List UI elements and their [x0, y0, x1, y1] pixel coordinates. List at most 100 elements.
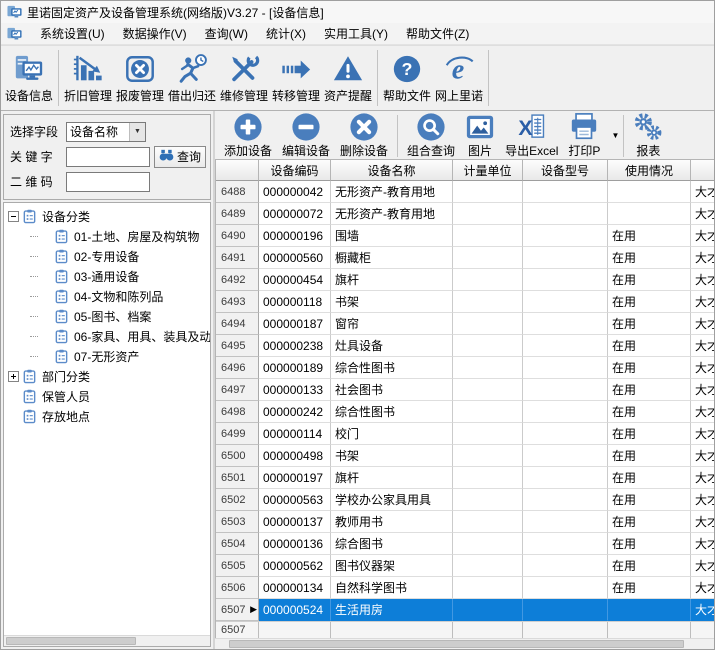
cell-model[interactable] [523, 181, 608, 203]
cell-model[interactable] [523, 401, 608, 423]
collapse-minus-icon[interactable] [8, 211, 19, 222]
tree-item-keepers[interactable]: 保管人员 [4, 386, 210, 406]
cell-unit[interactable] [453, 555, 523, 577]
cell-model[interactable] [523, 379, 608, 401]
menu-item-utilities[interactable]: 实用工具(Y) [315, 23, 397, 44]
repair-button[interactable]: 维修管理 [218, 48, 270, 108]
column-header-code[interactable]: 设备编码 [259, 160, 331, 181]
scrap-button[interactable]: 报废管理 [114, 48, 166, 108]
cell-name[interactable]: 教师用书 [331, 511, 453, 533]
menu-item-system-settings[interactable]: 系统设置(U) [31, 23, 114, 44]
cell-model[interactable] [523, 599, 608, 621]
row-number[interactable]: 6501 [216, 467, 259, 489]
cell-unit[interactable] [453, 379, 523, 401]
cell-name[interactable]: 学校办公家具用具 [331, 489, 453, 511]
column-header-rownum[interactable] [216, 160, 259, 181]
row-number[interactable]: 6506 [216, 577, 259, 599]
column-header-dept[interactable]: 使用 [691, 160, 714, 181]
row-number[interactable]: 6507▶ [216, 599, 259, 621]
cell-model[interactable] [523, 445, 608, 467]
export-excel-button[interactable]: X导出Excel [500, 113, 563, 159]
cell-unit[interactable] [453, 401, 523, 423]
cell-model[interactable] [523, 269, 608, 291]
menu-item-help-files[interactable]: 帮助文件(Z) [397, 23, 478, 44]
grid-horizontal-scrollbar[interactable] [215, 638, 714, 649]
cell-unit[interactable] [453, 445, 523, 467]
cell-code[interactable]: 000000072 [259, 203, 331, 225]
cell-unit[interactable] [453, 181, 523, 203]
row-number[interactable]: 6498 [216, 401, 259, 423]
row-number[interactable]: 6495 [216, 335, 259, 357]
cell-model[interactable] [523, 247, 608, 269]
cell-status[interactable] [608, 599, 691, 621]
table-row[interactable]: 6495000000238灶具设备在用大才 [216, 335, 714, 357]
row-number[interactable]: 6502 [216, 489, 259, 511]
cell-status[interactable] [608, 203, 691, 225]
row-number[interactable]: 6491 [216, 247, 259, 269]
cell-dept[interactable]: 大才 [691, 313, 714, 335]
column-header-name[interactable]: 设备名称 [331, 160, 453, 181]
cell-unit[interactable] [453, 269, 523, 291]
cell-dept[interactable]: 大才 [691, 599, 714, 621]
cell-status[interactable] [608, 181, 691, 203]
cell-name[interactable]: 综合性图书 [331, 401, 453, 423]
cell-name[interactable]: 旗杆 [331, 269, 453, 291]
row-number[interactable]: 6492 [216, 269, 259, 291]
cell-dept[interactable]: 大才 [691, 379, 714, 401]
cell-code[interactable]: 000000196 [259, 225, 331, 247]
tree-horizontal-scrollbar[interactable] [4, 635, 210, 646]
cell-status[interactable]: 在用 [608, 269, 691, 291]
cell-status[interactable]: 在用 [608, 401, 691, 423]
row-number[interactable]: 6497 [216, 379, 259, 401]
cell-status[interactable]: 在用 [608, 335, 691, 357]
cell-dept[interactable]: 大才 [691, 225, 714, 247]
row-number[interactable]: 6504 [216, 533, 259, 555]
cell-unit[interactable] [453, 357, 523, 379]
row-number[interactable]: 6488 [216, 181, 259, 203]
table-row[interactable]: 6488000000042无形资产-教育用地大才 [216, 181, 714, 203]
cell-dept[interactable]: 大才 [691, 181, 714, 203]
report-button[interactable]: 报表 [628, 113, 668, 159]
edit-device-button[interactable]: 编辑设备 [277, 113, 335, 159]
table-row[interactable]: 6501000000197旗杆在用大才 [216, 467, 714, 489]
cell-code[interactable]: 000000136 [259, 533, 331, 555]
cell-model[interactable] [523, 467, 608, 489]
cell-name[interactable]: 灶具设备 [331, 335, 453, 357]
cell-code[interactable]: 000000562 [259, 555, 331, 577]
cell-status[interactable]: 在用 [608, 511, 691, 533]
cell-code[interactable]: 000000238 [259, 335, 331, 357]
print-button[interactable]: 打印P [563, 113, 605, 159]
cell-name[interactable]: 校门 [331, 423, 453, 445]
cell-model[interactable] [523, 533, 608, 555]
cell-status[interactable]: 在用 [608, 577, 691, 599]
table-row[interactable]: 6503000000137教师用书在用大才 [216, 511, 714, 533]
cell-code[interactable]: 000000118 [259, 291, 331, 313]
cell-unit[interactable] [453, 423, 523, 445]
device-info-button[interactable]: 设备信息 [3, 48, 55, 108]
cell-unit[interactable] [453, 489, 523, 511]
cell-model[interactable] [523, 225, 608, 247]
cell-model[interactable] [523, 577, 608, 599]
table-row[interactable]: 6504000000136综合图书在用大才 [216, 533, 714, 555]
cell-code[interactable]: 000000197 [259, 467, 331, 489]
cell-unit[interactable] [453, 577, 523, 599]
cell-dept[interactable]: 大才 [691, 489, 714, 511]
cell-name[interactable]: 围墙 [331, 225, 453, 247]
tree-item-category-05[interactable]: 05-图书、档案 [4, 306, 210, 326]
asset-alert-button[interactable]: 资产提醒 [322, 48, 374, 108]
cell-code[interactable]: 000000133 [259, 379, 331, 401]
cell-status[interactable]: 在用 [608, 247, 691, 269]
query-button[interactable]: 查询 [154, 146, 206, 168]
cell-name[interactable]: 旗杆 [331, 467, 453, 489]
tree-item-category-02[interactable]: 02-专用设备 [4, 246, 210, 266]
cell-status[interactable]: 在用 [608, 291, 691, 313]
depreciation-button[interactable]: 折旧管理 [62, 48, 114, 108]
table-row[interactable]: 6489000000072无形资产-教育用地大才 [216, 203, 714, 225]
table-row[interactable]: 6493000000118书架在用大才 [216, 291, 714, 313]
help-file-button[interactable]: ?帮助文件 [381, 48, 433, 108]
cell-code[interactable]: 000000242 [259, 401, 331, 423]
borrow-return-button[interactable]: 借出归还 [166, 48, 218, 108]
cell-status[interactable]: 在用 [608, 467, 691, 489]
cell-status[interactable]: 在用 [608, 313, 691, 335]
cell-unit[interactable] [453, 203, 523, 225]
